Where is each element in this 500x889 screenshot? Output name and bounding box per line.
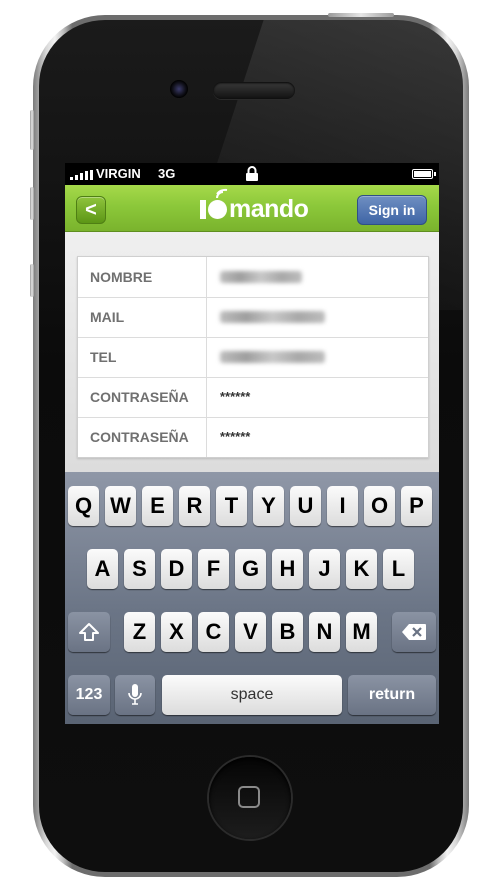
obscured-value	[220, 271, 302, 283]
delete-key[interactable]	[392, 612, 436, 652]
key-n[interactable]: N	[309, 612, 340, 652]
key-g[interactable]: G	[235, 549, 266, 589]
field-label: NOMBRE	[90, 269, 153, 285]
volume-up-button	[30, 187, 34, 220]
form-row-nombre[interactable]: NOMBRE	[78, 257, 428, 298]
app-logo: mando	[200, 188, 309, 224]
microphone-key[interactable]	[115, 675, 155, 715]
key-m[interactable]: M	[346, 612, 377, 652]
key-y[interactable]: Y	[253, 486, 284, 526]
key-d[interactable]: D	[161, 549, 192, 589]
return-key[interactable]: return	[348, 675, 436, 715]
key-q[interactable]: Q	[68, 486, 99, 526]
microphone-icon	[128, 684, 142, 705]
key-h[interactable]: H	[272, 549, 303, 589]
form-row-mail[interactable]: MAIL	[78, 297, 428, 338]
delete-icon	[402, 624, 426, 640]
screen: VIRGIN 3G < mando Sign in NOMBRE MAIL TE…	[65, 163, 439, 724]
form-row-confirm-contrasena[interactable]: CONTRASEÑA ******	[78, 417, 428, 457]
back-button[interactable]: <	[76, 196, 106, 224]
keyboard: Q W E R T Y U I O P A S D F G H J K L Z …	[65, 472, 439, 724]
key-e[interactable]: E	[142, 486, 173, 526]
key-o[interactable]: O	[364, 486, 395, 526]
nav-bar: < mando Sign in	[65, 185, 439, 232]
obscured-value	[220, 311, 325, 323]
space-key[interactable]: space	[162, 675, 342, 715]
form-area: NOMBRE MAIL TEL CONTRASEÑA ****** CONTRA…	[65, 232, 439, 472]
carrier-name: VIRGIN	[96, 166, 141, 181]
key-b[interactable]: B	[272, 612, 303, 652]
row-divider	[206, 377, 207, 417]
field-label: TEL	[90, 349, 117, 365]
home-button[interactable]	[209, 757, 291, 839]
earpiece-speaker	[213, 82, 295, 99]
key-c[interactable]: C	[198, 612, 229, 652]
key-j[interactable]: J	[309, 549, 340, 589]
field-label: MAIL	[90, 309, 125, 325]
row-divider	[206, 417, 207, 457]
key-z[interactable]: Z	[124, 612, 155, 652]
obscured-value	[220, 351, 325, 363]
battery-icon	[412, 169, 436, 179]
key-v[interactable]: V	[235, 612, 266, 652]
volume-down-button	[30, 264, 34, 297]
signup-form: NOMBRE MAIL TEL CONTRASEÑA ****** CONTRA…	[77, 256, 429, 458]
status-bar: VIRGIN 3G	[65, 163, 439, 185]
key-w[interactable]: W	[105, 486, 136, 526]
key-a[interactable]: A	[87, 549, 118, 589]
field-label: CONTRASEÑA	[90, 389, 189, 405]
key-i[interactable]: I	[327, 486, 358, 526]
numbers-key[interactable]: 123	[68, 675, 110, 715]
key-u[interactable]: U	[290, 486, 321, 526]
key-s[interactable]: S	[124, 549, 155, 589]
key-k[interactable]: K	[346, 549, 377, 589]
shift-icon	[79, 623, 99, 641]
sign-in-button[interactable]: Sign in	[357, 195, 427, 225]
key-p[interactable]: P	[401, 486, 432, 526]
lock-icon	[246, 166, 258, 181]
key-l[interactable]: L	[383, 549, 414, 589]
key-r[interactable]: R	[179, 486, 210, 526]
key-f[interactable]: F	[198, 549, 229, 589]
logo-bar	[200, 200, 206, 219]
key-t[interactable]: T	[216, 486, 247, 526]
row-divider	[206, 337, 207, 377]
form-row-tel[interactable]: TEL	[78, 337, 428, 378]
front-camera	[170, 80, 188, 98]
form-row-contrasena[interactable]: CONTRASEÑA ******	[78, 377, 428, 418]
row-divider	[206, 257, 207, 297]
key-x[interactable]: X	[161, 612, 192, 652]
password-value: ******	[220, 389, 251, 404]
sleep-button	[328, 13, 394, 17]
password-confirm-value: ******	[220, 429, 251, 444]
mute-switch	[30, 110, 34, 150]
shift-key[interactable]	[68, 612, 110, 652]
field-label: CONTRASEÑA	[90, 429, 189, 445]
row-divider	[206, 297, 207, 337]
signal-strength-icon	[70, 170, 94, 180]
home-square-icon	[238, 786, 260, 808]
logo-text: mando	[229, 195, 309, 223]
network-type: 3G	[158, 166, 176, 181]
wifi-waves-icon	[208, 188, 228, 219]
